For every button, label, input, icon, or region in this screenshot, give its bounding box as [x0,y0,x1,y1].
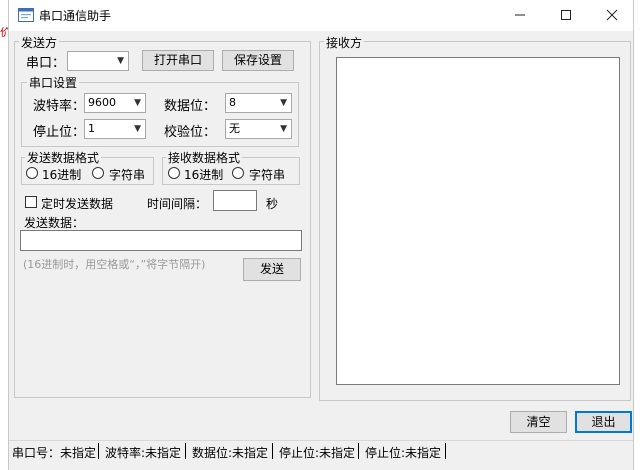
recv-format-legend: 接收数据格式 [166,149,243,166]
status-separator [272,443,273,459]
baud-label: 波特率： [33,99,86,114]
timed-send-checkbox[interactable] [25,196,37,208]
interval-input[interactable] [213,190,257,211]
send-button[interactable]: 发送 [243,258,301,281]
interval-label: 时间间隔： [147,197,208,211]
send-string-radio[interactable] [92,167,104,179]
recv-string-radio[interactable] [232,167,244,179]
minimize-icon [515,14,525,16]
background-fragment: 价 [0,26,11,39]
recv-string-label: 字符串 [249,168,286,182]
status-separator [358,443,359,459]
parity-select-value: 无 [229,122,240,135]
chevron-down-icon: ▼ [134,124,141,134]
close-button[interactable] [589,0,635,31]
app-icon [18,8,34,22]
chevron-down-icon: ▼ [280,124,287,134]
port-select[interactable]: ▼ [67,51,129,71]
send-group-legend: 发送方 [19,34,60,51]
window-title: 串口通信助手 [39,9,112,23]
baud-select-value: 9600 [88,96,116,109]
status-bar-divider [9,440,633,441]
background-window-left: 价 [0,0,11,470]
parity-select[interactable]: 无 ▼ [225,119,292,139]
status-stopbits: 停止位:未指定 [279,446,356,460]
exit-button[interactable]: 退出 [575,411,632,433]
databits-select-value: 8 [229,96,236,109]
send-data-hint: (16进制时，用空格或“，”将字节隔开) [23,258,206,271]
status-stopbits-2: 停止位:未指定 [365,446,442,460]
send-string-label: 字符串 [109,168,146,182]
parity-label: 校验位： [164,125,217,140]
status-separator [98,443,99,459]
recv-hex-label: 16进制 [184,168,224,182]
send-format-legend: 发送数据格式 [25,149,102,166]
interval-unit: 秒 [266,197,279,211]
app-window: 串口通信助手 发送方 串口： ▼ 打开串口 保存设置 串口设置 波特率： 960… [8,0,634,470]
send-data-input[interactable] [20,230,302,251]
save-settings-button[interactable]: 保存设置 [222,50,294,71]
chevron-down-icon: ▼ [280,98,287,108]
baud-select[interactable]: 9600 ▼ [84,93,146,113]
stopbits-select-value: 1 [88,122,95,135]
title-bar[interactable]: 串口通信助手 [9,0,633,31]
open-port-button[interactable]: 打开串口 [142,50,214,71]
minimize-button[interactable] [497,0,543,31]
close-icon [606,9,618,21]
databits-label: 数据位： [164,99,217,114]
stopbits-select[interactable]: 1 ▼ [84,119,146,139]
chevron-down-icon: ▼ [117,56,124,66]
stopbits-label: 停止位： [33,125,86,140]
send-hex-label: 16进制 [42,168,82,182]
status-separator [185,443,186,459]
clear-button[interactable]: 清空 [510,411,567,433]
databits-select[interactable]: 8 ▼ [225,93,292,113]
maximize-icon [561,10,571,20]
status-separator [445,443,446,459]
maximize-button[interactable] [543,0,589,31]
recv-hex-radio[interactable] [168,167,180,179]
port-label: 串口： [26,56,66,71]
status-baud: 波特率:未指定 [105,446,182,460]
status-databits: 数据位:未指定 [192,446,269,460]
send-hex-radio[interactable] [26,167,38,179]
port-settings-legend: 串口设置 [27,74,80,91]
chevron-down-icon: ▼ [134,98,141,108]
timed-send-label: 定时发送数据 [41,197,114,211]
status-port: 串口号：未指定 [12,446,97,460]
receive-textarea[interactable] [336,57,620,385]
send-data-label: 发送数据： [24,216,85,230]
receive-group-legend: 接收方 [324,34,365,51]
